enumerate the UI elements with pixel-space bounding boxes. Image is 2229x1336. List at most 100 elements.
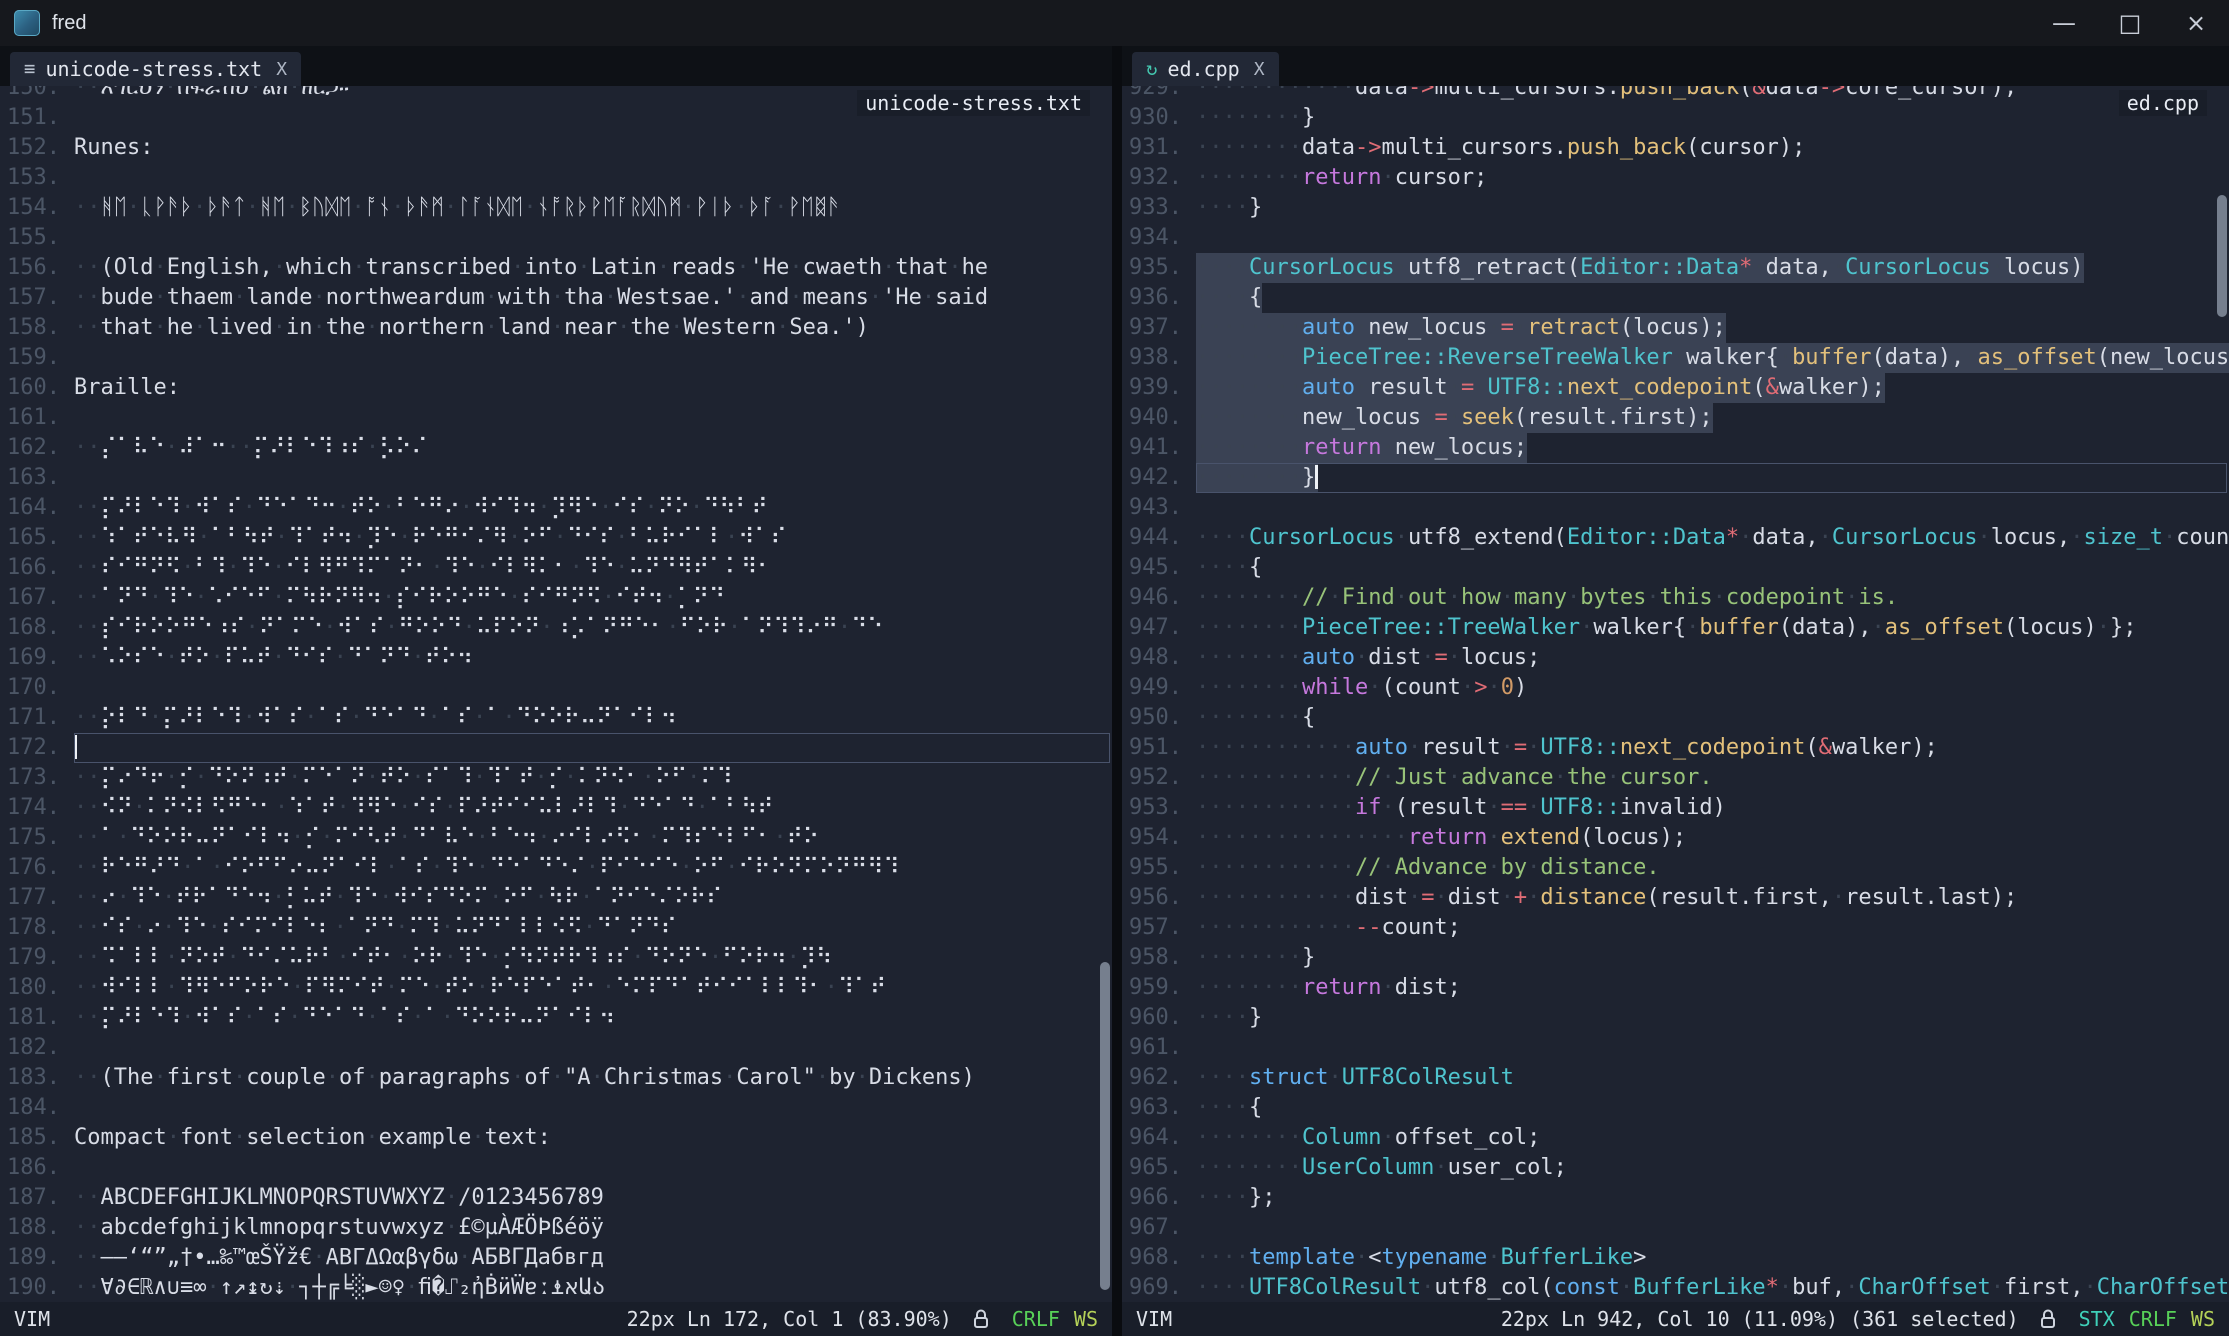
code-line[interactable]: 934. [1122, 223, 2229, 253]
left-scrollbar-thumb[interactable] [1100, 962, 1110, 1290]
code-line[interactable]: 184. [0, 1093, 1112, 1123]
code-line[interactable]: 945.····{ [1122, 553, 2229, 583]
code-line[interactable]: 932.········return·cursor; [1122, 163, 2229, 193]
tab-ed-cpp[interactable]: ↻ ed.cpp X [1132, 52, 1279, 86]
right-scrollbar[interactable] [2215, 86, 2229, 1302]
code-line[interactable]: 175.··⠁·⠙⠕⠕⠗⠤⠝⠁⠊⠇⠲·⡊·⠍⠊⠣⠞·⠙⠁⠧⠑·⠃⠑⠲·⠔⠊⠇⠔⠫… [0, 823, 1112, 853]
code-line[interactable]: 165.··⠱⠁⠞⠑⠧⠻·⠁⠃⠳⠞·⠹⠁⠞⠲·⡹⠑·⠗⠑⠛⠊⠌⠻·⠕⠋·⠙⠊⠎·… [0, 523, 1112, 553]
maximize-button[interactable]: □ [2097, 0, 2163, 46]
close-button[interactable]: × [2163, 0, 2229, 46]
code-line[interactable]: 940.········new_locus·=·seek(result.firs… [1122, 403, 2229, 433]
code-line[interactable]: 185.Compact·font·selection·example·text: [0, 1123, 1112, 1153]
code-line[interactable]: 178.··⠊⠎·⠔·⠹⠑·⠎⠊⠍⠊⠇⠑⠆·⠁⠝⠙·⠍⠹·⠥⠝⠙⠁⠇⠇⠪⠫·⠙⠁… [0, 913, 1112, 943]
right-editor[interactable]: ed.cpp 929.············data->multi_curso… [1122, 86, 2229, 1302]
code-line[interactable]: 929.············data->multi_cursors.push… [1122, 86, 2229, 103]
code-line[interactable]: 966.····}; [1122, 1183, 2229, 1213]
code-line[interactable]: 961. [1122, 1033, 2229, 1063]
code-line[interactable]: 174.··⠪⠝·⠅⠝⠪⠇⠫⠛⠑⠂·⠱⠁⠞·⠹⠻⠑·⠊⠎·⠏⠜⠞⠊⠊⠥⠇⠜⠇⠹·… [0, 793, 1112, 823]
lock-icon[interactable] [2039, 1308, 2057, 1330]
code-line[interactable]: 156.··(Old·English,·which·transcribed·in… [0, 253, 1112, 283]
code-line[interactable]: 952.············//·Just·advance·the·curs… [1122, 763, 2229, 793]
code-line[interactable]: 187.··ABCDEFGHIJKLMNOPQRSTUVWXYZ·/012345… [0, 1183, 1112, 1213]
code-line[interactable]: 153. [0, 163, 1112, 193]
code-line[interactable]: 958.········} [1122, 943, 2229, 973]
code-line[interactable]: 161. [0, 403, 1112, 433]
tab-close-icon[interactable]: X [276, 59, 287, 80]
right-scrollbar-thumb[interactable] [2217, 195, 2227, 317]
tab-unicode-stress-txt[interactable]: ≡ unicode-stress.txt X [10, 52, 301, 86]
code-line[interactable]: 188.··abcdefghijklmnopqrstuvwxyz·£©µÀÆÖÞ… [0, 1213, 1112, 1243]
tab-close-icon[interactable]: X [1254, 59, 1265, 80]
code-line[interactable]: 967. [1122, 1213, 2229, 1243]
code-line[interactable]: 177.··⠔·⠹⠑·⠞⠗⠁⠙⠑⠲·⡃⠥⠞·⠹⠑·⠺⠊⠎⠙⠕⠍·⠕⠋·⠳⠗·⠁⠝… [0, 883, 1112, 913]
code-line[interactable]: 930.········} [1122, 103, 2229, 133]
code-line[interactable]: 955.············//·Advance·by·distance. [1122, 853, 2229, 883]
code-line[interactable]: 941.········return·new_locus; [1122, 433, 2229, 463]
code-line[interactable]: 186. [0, 1153, 1112, 1183]
code-line[interactable]: 963.····{ [1122, 1093, 2229, 1123]
code-line[interactable]: 157.··bude·thaem·lande·northweardum·with… [0, 283, 1112, 313]
code-line[interactable]: 169.··⠡⠕⠎⠑·⠞⠕·⠏⠥⠞·⠙⠊⠎·⠙⠁⠝⠙·⠞⠕⠲ [0, 643, 1112, 673]
code-line[interactable]: 158.··that·he·lived·in·the·northern·land… [0, 313, 1112, 343]
code-line[interactable]: 950.········{ [1122, 703, 2229, 733]
code-line[interactable]: 160.Braille: [0, 373, 1112, 403]
code-line[interactable]: 960.····} [1122, 1003, 2229, 1033]
code-line[interactable]: 949.········while·(count·>·0) [1122, 673, 2229, 703]
token: ⠁ [194, 855, 210, 880]
code-line[interactable]: 152.Runes: [0, 133, 1112, 163]
code-line[interactable]: 180.··⠺⠊⠇⠇·⠹⠻⠑⠋⠕⠗⠑·⠏⠻⠍⠊⠞·⠍⠑·⠞⠕·⠗⠑⠏⠑⠁⠞⠂·⠑… [0, 973, 1112, 1003]
pane-divider[interactable] [1112, 46, 1122, 1336]
code-line[interactable]: 943. [1122, 493, 2229, 523]
code-line[interactable]: 163. [0, 463, 1112, 493]
code-line[interactable]: 956.············dist·=·dist·+·distance(r… [1122, 883, 2229, 913]
code-line[interactable]: 968.····template·<typename·BufferLike> [1122, 1243, 2229, 1273]
right-code-area[interactable]: 929.············data->multi_cursors.push… [1122, 86, 2229, 1302]
code-line[interactable]: 181.··⡍⠜⠇⠑⠹·⠺⠁⠎·⠁⠎·⠙⠑⠁⠙·⠁⠎·⠁·⠙⠕⠕⠗⠤⠝⠁⠊⠇⠲ [0, 1003, 1112, 1033]
code-line[interactable]: 957.············--count; [1122, 913, 2229, 943]
left-code-area[interactable]: 150.··እግርህን·በፍራሽህ·ልክ·ዘርጋ።151.152.Runes:1… [0, 86, 1112, 1302]
code-line[interactable]: 168.··⡎⠊⠗⠕⠕⠛⠑⠰⠎·⠝⠁⠍⠑·⠺⠁⠎·⠛⠕⠕⠙·⠥⠏⠕⠝·⠰⡡⠁⠝⠛… [0, 613, 1112, 643]
code-line[interactable]: 935.····CursorLocus·utf8_retract(Editor:… [1122, 253, 2229, 283]
code-line[interactable]: 166.··⠎⠊⠛⠝⠫·⠃⠹·⠹⠑·⠊⠇⠻⠛⠹⠍⠁⠝⠂·⠹⠑·⠊⠇⠻⠅⠂·⠹⠑·… [0, 553, 1112, 583]
code-line[interactable]: 173.··⡍⠔⠙⠖·⡊·⠙⠕⠝⠰⠞·⠍⠑⠁⠝·⠞⠕·⠎⠁⠹·⠹⠁⠞·⡊·⠅⠝⠪… [0, 763, 1112, 793]
code-line[interactable]: 938.········PieceTree::ReverseTreeWalker… [1122, 343, 2229, 373]
left-editor[interactable]: unicode-stress.txt 150.··እግርህን·በፍራሽህ·ልክ·… [0, 86, 1112, 1302]
line-number: 151. [0, 103, 74, 133]
code-line[interactable]: 179.··⠩⠁⠇⠇·⠝⠕⠞·⠙⠊⠌⠥⠗⠃·⠊⠞⠂·⠕⠗·⠹⠑·⡊⠳⠝⠞⠗⠹⠰⠎… [0, 943, 1112, 973]
code-line[interactable]: 159. [0, 343, 1112, 373]
code-line[interactable]: 171.··⡕⠇⠙·⡍⠜⠇⠑⠹·⠺⠁⠎·⠁⠎·⠙⠑⠁⠙·⠁⠎·⠁·⠙⠕⠕⠗⠤⠝⠁… [0, 703, 1112, 733]
minimize-button[interactable]: — [2031, 0, 2097, 46]
code-line[interactable]: 167.··⠁⠝⠙·⠹⠑·⠡⠊⠑⠋·⠍⠳⠗⠝⠻⠲·⡎⠊⠗⠕⠕⠛⠑·⠎⠊⠛⠝⠫·⠊… [0, 583, 1112, 613]
code-line[interactable]: 931.········data->multi_cursors.push_bac… [1122, 133, 2229, 163]
code-line[interactable]: 965.········UserColumn·user_col; [1122, 1153, 2229, 1183]
code-line[interactable]: 946.········//·Find·out·how·many·bytes·t… [1122, 583, 2229, 613]
lock-icon[interactable] [972, 1308, 990, 1330]
code-line[interactable]: 190.··∀∂∈ℝ∧∪≡∞·↑↗↨↻⇣·┐┼╔╘░►☺♀·ﬁ�⑀₂ἠḂӥẄɐː… [0, 1273, 1112, 1302]
code-line[interactable]: 964.········Column·offset_col; [1122, 1123, 2229, 1153]
code-line[interactable]: 953.············if·(result·==·UTF8::inva… [1122, 793, 2229, 823]
code-line[interactable]: 182. [0, 1033, 1112, 1063]
code-line[interactable]: 183.··(The·first·couple·of·paragraphs·of… [0, 1063, 1112, 1093]
code-line[interactable]: 969.····UTF8ColResult·utf8_col(const·Buf… [1122, 1273, 2229, 1302]
code-line[interactable]: 936.····{ [1122, 283, 2229, 313]
code-line[interactable]: 937.········auto·new_locus·=·retract(loc… [1122, 313, 2229, 343]
code-line[interactable]: 951.············auto·result·=·UTF8::next… [1122, 733, 2229, 763]
code-line[interactable]: 942.········} [1122, 463, 2229, 493]
code-line[interactable]: 947.········PieceTree::TreeWalker·walker… [1122, 613, 2229, 643]
code-line[interactable]: 162.··⡌⠁⠧⠑·⠼⠁⠒··⡍⠜⠇⠑⠹⠰⠎·⡣⠕⠌ [0, 433, 1112, 463]
code-line[interactable]: 172. [0, 733, 1112, 763]
left-scrollbar[interactable] [1098, 86, 1112, 1302]
code-line[interactable]: 170. [0, 673, 1112, 703]
code-line[interactable]: 948.········auto·dist·=·locus; [1122, 643, 2229, 673]
code-line[interactable]: 939.········auto·result·=·UTF8::next_cod… [1122, 373, 2229, 403]
code-line[interactable]: 933.····} [1122, 193, 2229, 223]
code-line[interactable]: 959.········return·dist; [1122, 973, 2229, 1003]
code-line[interactable]: 164.··⡍⠜⠇⠑⠹·⠺⠁⠎·⠙⠑⠁⠙⠒·⠞⠕·⠃⠑⠛⠔·⠺⠊⠹⠲·⡹⠻⠑·⠊… [0, 493, 1112, 523]
code-line[interactable]: 944.····CursorLocus·utf8_extend(Editor::… [1122, 523, 2229, 553]
code-line[interactable]: 189.··–—‘“”„†•…‰™œŠŸž€·ΑΒΓΔΩαβγδω·АБВГДа… [0, 1243, 1112, 1273]
code-line[interactable]: 954.················return·extend(locus)… [1122, 823, 2229, 853]
code-line[interactable]: 176.··⠗⠑⠛⠜⠙·⠁·⠊⠕⠋⠋⠔⠤⠝⠁⠊⠇·⠁⠎·⠹⠑·⠙⠑⠁⠙⠑⠌·⠏⠊… [0, 853, 1112, 883]
code-line[interactable]: 155. [0, 223, 1112, 253]
code-line[interactable]: 154.··ᚻᛖ·ᚳᚹᚫᚦ·ᚦᚫᛏ·ᚻᛖ·ᛒᚢᛞᛖ·ᚩᚾ·ᚦᚫᛗ·ᛚᚪᚾᛞᛖ·ᚾ… [0, 193, 1112, 223]
code-line[interactable]: 962.····struct·UTF8ColResult [1122, 1063, 2229, 1093]
